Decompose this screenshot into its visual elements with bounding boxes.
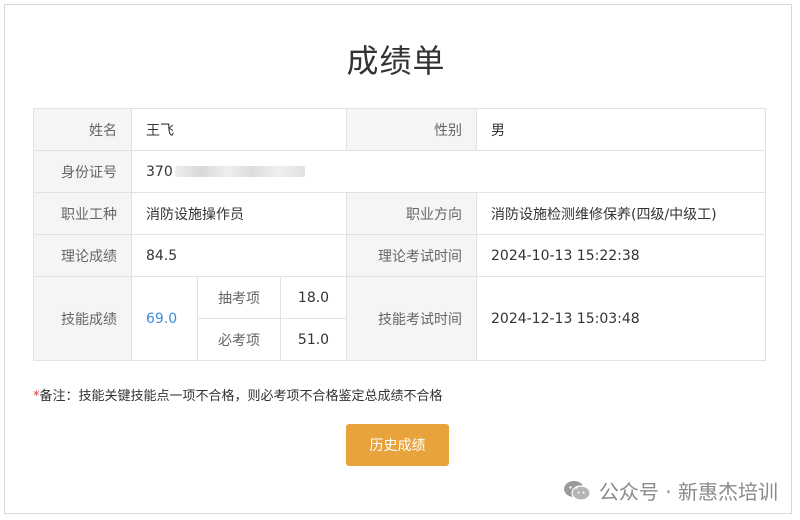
direction-label: 职业方向 [346,192,477,235]
watermark-text: 公众号 · 新惠杰培训 [598,480,778,504]
skill-time-label: 技能考试时间 [346,276,477,361]
required-items-label: 必考项 [197,318,281,361]
table-row: 身份证号 370 [33,150,766,193]
theory-score-label: 理论成绩 [33,234,132,277]
page-title: 成绩单 [346,42,446,80]
history-scores-button[interactable]: 历史成绩 [346,424,449,466]
theory-score-value: 84.5 [131,234,347,277]
theory-time-value: 2024-10-13 15:22:38 [476,234,766,277]
table-row: 理论成绩 84.5 理论考试时间 2024-10-13 15:22:38 [33,234,766,277]
random-items-label: 抽考项 [197,276,281,319]
skill-time-value: 2024-12-13 15:03:48 [476,276,766,361]
gender-value: 男 [476,108,766,151]
name-label: 姓名 [33,108,132,151]
remark-note: *备注：技能关键技能点一项不合格，则必考项不合格鉴定总成绩不合格 [33,385,443,404]
occupation-value: 消防设施操作员 [131,192,347,235]
theory-time-label: 理论考试时间 [346,234,477,277]
watermark: 公众号 · 新惠杰培训 [563,476,778,505]
id-number-mask [174,166,305,177]
name-value: 王飞 [131,108,347,151]
table-row: 职业工种 消防设施操作员 职业方向 消防设施检测维修保养(四级/中级工) [33,192,766,235]
random-items-score: 18.0 [280,276,347,319]
id-number-value: 370 [131,150,766,193]
table-row: 技能成绩 69.0 抽考项 18.0 技能考试时间 2024-12-13 15:… [33,276,766,361]
skill-score-label: 技能成绩 [33,276,132,361]
grade-table: 姓名 王飞 性别 男 身份证号 370 职业工种 消防设施操作员 职业方向 消防… [33,108,766,361]
occupation-label: 职业工种 [33,192,132,235]
id-number-label: 身份证号 [33,150,132,193]
skill-score-value: 69.0 [131,276,198,361]
remark-text: 备注：技能关键技能点一项不合格，则必考项不合格鉴定总成绩不合格 [39,389,443,404]
gender-label: 性别 [346,108,477,151]
id-number-visible: 370 [146,163,173,180]
table-row: 姓名 王飞 性别 男 [33,108,766,151]
direction-value: 消防设施检测维修保养(四级/中级工) [476,192,766,235]
wechat-icon [563,480,591,501]
required-items-score: 51.0 [280,318,347,361]
